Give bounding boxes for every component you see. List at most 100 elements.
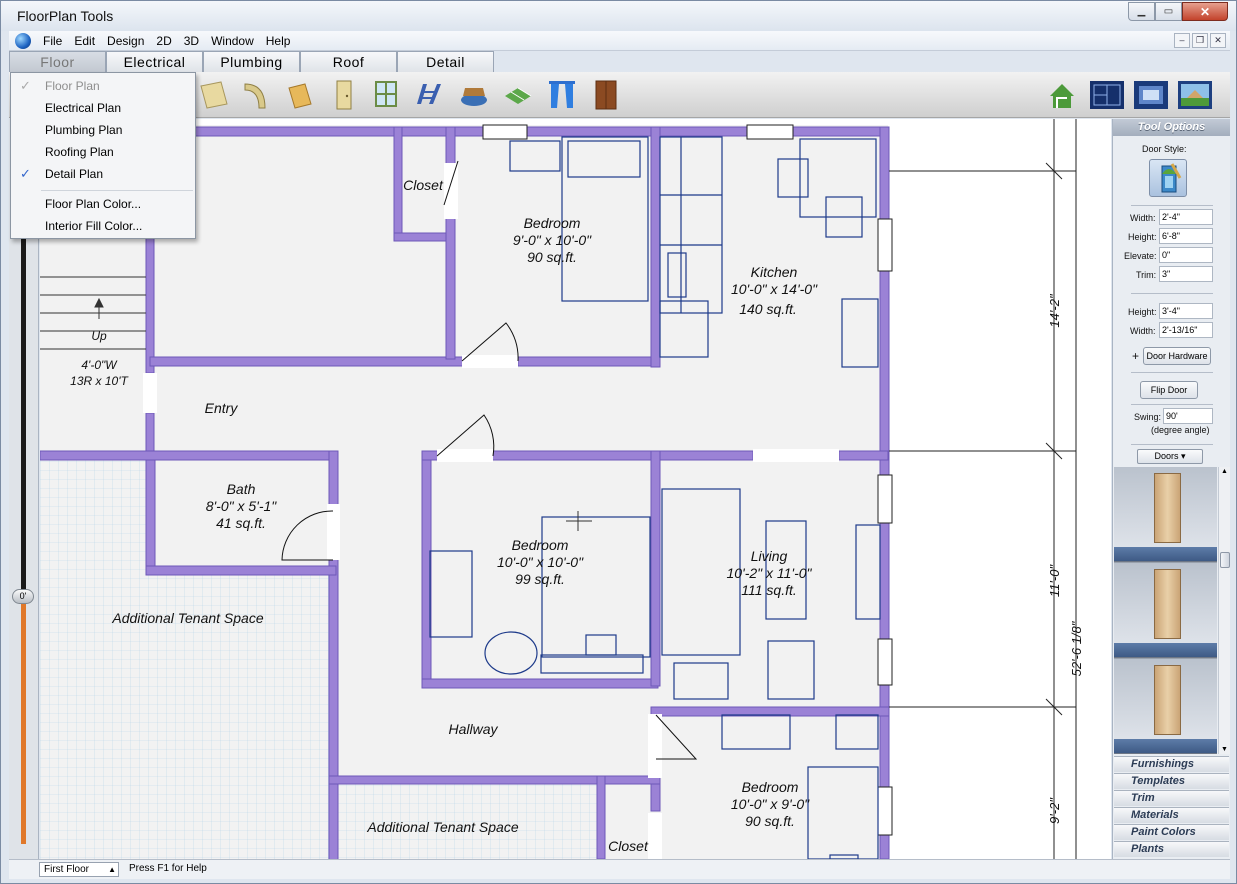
menu-item-floor-plan[interactable]: ✓ Floor Plan — [12, 75, 194, 97]
tab-plumbing[interactable]: Plumbing — [203, 51, 300, 72]
doc-restore-button[interactable]: ❐ — [1192, 33, 1208, 48]
door-style-icon — [1161, 163, 1182, 193]
swing-field[interactable]: 90' — [1163, 408, 1213, 424]
stairs-tool-icon[interactable] — [415, 78, 445, 112]
curtain-tool-icon[interactable] — [547, 78, 577, 112]
panel-materials[interactable]: Materials — [1114, 807, 1229, 823]
room-name: Kitchen — [751, 264, 798, 280]
dimension-labels: 14'-2" 11'-0" 9'-2" 52'-6 1/8" — [1047, 293, 1084, 824]
app-logo-icon[interactable] — [15, 33, 31, 49]
wall-tool-icon[interactable] — [285, 78, 315, 112]
curved-wall-tool-icon[interactable] — [241, 78, 271, 112]
3d-plan-view-icon[interactable] — [1133, 78, 1169, 112]
hardware-height-field[interactable]: 3'-4" — [1159, 303, 1213, 319]
plan-tabs: Floor Electrical Plumbing Roof Detail — [9, 51, 494, 72]
floor-tile-tool-icon[interactable] — [199, 78, 229, 112]
height-label: Height: — [1128, 232, 1157, 242]
trim-field[interactable]: 3" — [1159, 266, 1213, 282]
add-hardware-plus-icon[interactable]: + — [1132, 349, 1139, 363]
chevron-down-icon: ▾ — [1181, 451, 1186, 461]
flip-door-button[interactable]: Flip Door — [1140, 381, 1198, 399]
minimize-button[interactable]: ▁ — [1128, 2, 1155, 21]
menu-item-detail-plan[interactable]: ✓ Detail Plan — [12, 163, 194, 185]
tenant-space-grid-left — [40, 455, 150, 859]
panel-plants[interactable]: Plants — [1114, 841, 1229, 857]
dimension-lines — [889, 119, 1077, 859]
elevate-field[interactable]: 0" — [1159, 247, 1213, 263]
maximize-icon: ▭ — [1163, 6, 1174, 17]
door-hardware-button[interactable]: Door Hardware — [1143, 347, 1211, 365]
scrollbar-thumb[interactable] — [1220, 552, 1230, 568]
menu-item-label: Floor Plan — [45, 79, 100, 93]
width-field[interactable]: 2'-4" — [1159, 209, 1213, 225]
tab-electrical[interactable]: Electrical — [106, 51, 203, 72]
door-catalog-item[interactable] — [1114, 467, 1217, 562]
hardware-width-field[interactable]: 2'-13/16" — [1159, 322, 1213, 338]
room-name: Bath — [227, 481, 256, 497]
room-dims: 9'-0" x 10'-0" — [513, 232, 592, 248]
menu-file[interactable]: File — [37, 34, 68, 48]
floor-tab-dropdown: ✓ Floor Plan Electrical Plan Plumbing Pl… — [10, 72, 196, 239]
menu-3d[interactable]: 3D — [178, 34, 205, 48]
panel-trim[interactable]: Trim — [1114, 790, 1229, 806]
app-window: FloorPlan Tools ▁ ▭ ✕ File Edit Design 2… — [0, 0, 1237, 884]
pattern-fill-tool-icon[interactable] — [503, 78, 533, 112]
2d-plan-view-icon[interactable] — [1089, 78, 1125, 112]
panel-paint-colors[interactable]: Paint Colors — [1114, 824, 1229, 840]
degree-angle-note: (degree angle) — [1151, 425, 1210, 435]
door-catalog-item[interactable] — [1114, 563, 1217, 658]
menu-item-interior-fill-color[interactable]: Interior Fill Color... — [12, 215, 194, 237]
tab-floor[interactable]: Floor — [9, 51, 106, 72]
panel-furnishings[interactable]: Furnishings — [1114, 756, 1229, 772]
menu-edit[interactable]: Edit — [68, 34, 101, 48]
door-style-button[interactable] — [1149, 159, 1187, 197]
cabinet-tool-icon[interactable] — [591, 78, 621, 112]
menu-2d[interactable]: 2D — [150, 34, 177, 48]
swing-label: Swing: — [1134, 412, 1162, 422]
3d-house-view-icon[interactable] — [1047, 78, 1077, 112]
menu-item-electrical-plan[interactable]: Electrical Plan — [12, 97, 194, 119]
menu-item-plumbing-plan[interactable]: Plumbing Plan — [12, 119, 194, 141]
room-dims: 10'-0" x 9'-0" — [731, 796, 810, 812]
room-area: 41 sq.ft. — [216, 515, 266, 531]
3d-exterior-view-icon[interactable] — [1177, 78, 1213, 112]
room-name: Bedroom — [524, 215, 581, 231]
hardware-height-label: Height: — [1128, 307, 1157, 317]
room-name: Additional Tenant Space — [111, 610, 263, 626]
menu-help[interactable]: Help — [260, 34, 297, 48]
tool-options-panel: Tool Options Door Style: Width: 2'-4" He… — [1112, 119, 1230, 859]
floor-plan-canvas[interactable]: Closet Bedroom 9'-0" x 10'-0" 90 sq.ft. … — [40, 119, 1111, 859]
document-window-controls: – ❐ ✕ — [1174, 33, 1226, 48]
menu-window[interactable]: Window — [205, 34, 260, 48]
door-catalog-item[interactable] — [1114, 659, 1217, 754]
checkmark-icon: ✓ — [20, 166, 31, 181]
room-dims: 10'-2" x 11'-0" — [726, 565, 812, 581]
window-tool-icon[interactable] — [371, 78, 401, 112]
menu-item-roofing-plan[interactable]: Roofing Plan — [12, 141, 194, 163]
scroll-down-icon[interactable]: ▼ — [1221, 746, 1228, 753]
dimension-label: 9'-2" — [1047, 797, 1062, 824]
door-tool-icon[interactable] — [329, 78, 359, 112]
status-bar: First Floor ▲ Press F1 for Help — [9, 859, 1230, 879]
doors-category-dropdown[interactable]: Doors ▾ — [1137, 449, 1203, 464]
doc-minimize-button[interactable]: – — [1174, 33, 1190, 48]
width-label: Width: — [1130, 213, 1156, 223]
tool-options-header: Tool Options — [1113, 119, 1230, 136]
hardware-width-label: Width: — [1130, 326, 1156, 336]
tab-detail[interactable]: Detail — [397, 51, 494, 72]
checkmark-icon: ✓ — [20, 78, 31, 93]
deck-tool-icon[interactable] — [459, 78, 489, 112]
maximize-button[interactable]: ▭ — [1155, 2, 1182, 21]
menu-item-floor-plan-color[interactable]: Floor Plan Color... — [12, 193, 194, 215]
menu-item-label: Roofing Plan — [45, 145, 114, 159]
scroll-up-icon[interactable]: ▲ — [1221, 468, 1228, 475]
panel-templates[interactable]: Templates — [1114, 773, 1229, 789]
floor-selector[interactable]: First Floor ▲ — [39, 862, 119, 877]
door-catalog-scrollbar[interactable]: ▲ ▼ — [1218, 467, 1230, 754]
menu-design[interactable]: Design — [101, 34, 150, 48]
doc-close-button[interactable]: ✕ — [1210, 33, 1226, 48]
elevation-slider-knob[interactable]: 0' — [12, 589, 34, 604]
close-button[interactable]: ✕ — [1182, 2, 1228, 21]
tab-roof[interactable]: Roof — [300, 51, 397, 72]
height-field[interactable]: 6'-8" — [1159, 228, 1213, 244]
